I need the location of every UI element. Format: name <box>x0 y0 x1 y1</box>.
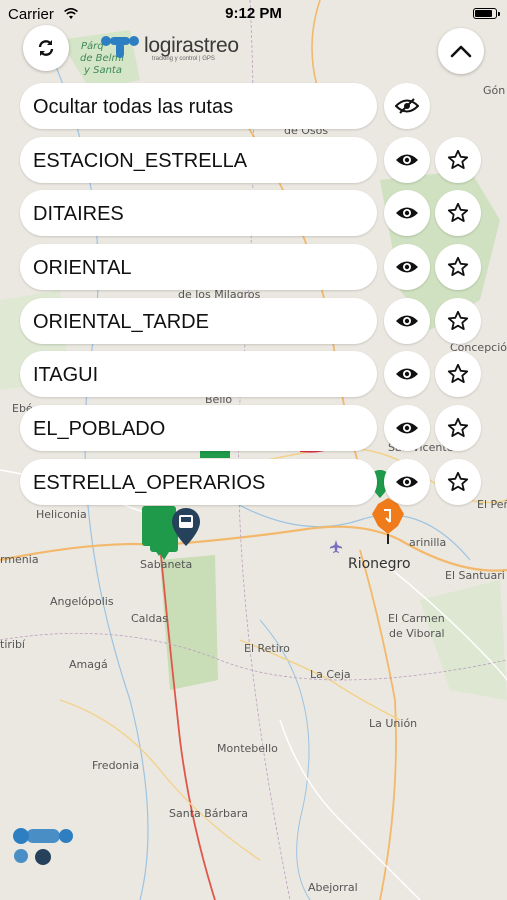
route-name: EL_POBLADO <box>33 418 166 440</box>
place-label: Abejorral <box>308 881 358 894</box>
route-visibility-button[interactable] <box>384 351 430 397</box>
eye-icon <box>396 422 418 434</box>
hide-all-visibility-button[interactable] <box>384 83 430 129</box>
place-label: Santa Bárbara <box>169 807 248 820</box>
chevron-up-icon <box>450 45 472 58</box>
collapse-button[interactable] <box>438 28 484 74</box>
app-logo: logirastreo tracking y control | GPS <box>100 32 239 62</box>
route-name: ORIENTAL_TARDE <box>33 311 209 333</box>
place-label: arinilla <box>409 536 446 549</box>
eye-icon <box>396 207 418 219</box>
eye-icon <box>396 261 418 273</box>
eye-icon <box>396 476 418 488</box>
place-label: Rionegro <box>348 556 411 572</box>
route-name: ITAGUI <box>33 364 99 386</box>
star-outline-icon <box>447 363 469 383</box>
place-label: El Retiro <box>244 642 290 655</box>
route-visibility-button[interactable] <box>384 137 430 183</box>
eye-icon <box>396 315 418 327</box>
place-label: Gón <box>483 84 505 97</box>
route-item[interactable]: ORIENTAL <box>20 244 377 290</box>
route-item[interactable]: ESTRELLA_OPERARIOS <box>20 459 377 505</box>
eye-icon <box>396 154 418 166</box>
star-outline-icon <box>447 471 469 491</box>
route-visibility-button[interactable] <box>384 298 430 344</box>
route-name: ORIENTAL <box>33 257 132 279</box>
route-favorite-button[interactable] <box>435 351 481 397</box>
status-bar: Carrier 9:12 PM <box>0 0 507 30</box>
forest-area <box>160 555 218 690</box>
place-label: La Unión <box>369 717 417 730</box>
place-label: rmenia <box>0 553 39 566</box>
place-label: Amagá <box>69 658 108 671</box>
battery-icon <box>473 8 500 19</box>
star-outline-icon <box>447 417 469 437</box>
place-label: Fredonia <box>92 759 139 772</box>
route-favorite-button[interactable] <box>435 190 481 236</box>
route-name: ESTACION_ESTRELLA <box>33 150 248 172</box>
place-label: Caldas <box>131 612 168 625</box>
route-item[interactable]: ITAGUI <box>20 351 377 397</box>
refresh-button[interactable] <box>23 25 69 71</box>
route-visibility-button[interactable] <box>384 244 430 290</box>
route-item[interactable]: ESTACION_ESTRELLA <box>20 137 377 183</box>
eye-icon <box>396 368 418 380</box>
star-outline-icon <box>447 202 469 222</box>
clock: 9:12 PM <box>225 5 282 22</box>
route-favorite-button[interactable] <box>435 244 481 290</box>
place-label: El Santuari <box>445 569 505 582</box>
place-label: Sabaneta <box>140 558 192 571</box>
place-label: Montebello <box>217 742 278 755</box>
logo-subtitle: tracking y control | GPS <box>152 56 215 62</box>
star-outline-icon <box>447 149 469 169</box>
route-item[interactable]: ORIENTAL_TARDE <box>20 298 377 344</box>
route-item[interactable]: EL_POBLADO <box>20 405 377 451</box>
route-item[interactable]: DITAIRES <box>20 190 377 236</box>
logo-text: logirastreo <box>144 34 239 57</box>
route-name: ESTRELLA_OPERARIOS <box>33 472 266 494</box>
place-label: La Ceja <box>310 668 351 681</box>
route-favorite-button[interactable] <box>435 298 481 344</box>
place-label: de Viboral <box>389 627 445 640</box>
hide-all-label: Ocultar todas las rutas <box>33 96 234 118</box>
route-visibility-button[interactable] <box>384 190 430 236</box>
brand-mark-icon <box>13 828 73 865</box>
hide-all-routes-button[interactable]: Ocultar todas las rutas <box>20 83 377 129</box>
star-outline-icon <box>447 256 469 276</box>
route-favorite-button[interactable] <box>435 459 481 505</box>
route-favorite-button[interactable] <box>435 137 481 183</box>
place-label: tiribí <box>0 638 26 651</box>
route-name: DITAIRES <box>33 203 124 225</box>
place-label: Angelópolis <box>50 595 114 608</box>
route-visibility-button[interactable] <box>384 405 430 451</box>
logo-mark-icon <box>101 36 139 58</box>
refresh-icon <box>38 40 54 56</box>
place-label: Heliconia <box>36 508 87 521</box>
route-favorite-button[interactable] <box>435 405 481 451</box>
star-outline-icon <box>447 310 469 330</box>
place-label: y Santa <box>83 65 122 76</box>
place-label: El Peñ <box>477 498 507 511</box>
route-visibility-button[interactable] <box>384 459 430 505</box>
eye-slash-icon <box>395 98 419 114</box>
place-label: El Carmen <box>388 612 445 625</box>
